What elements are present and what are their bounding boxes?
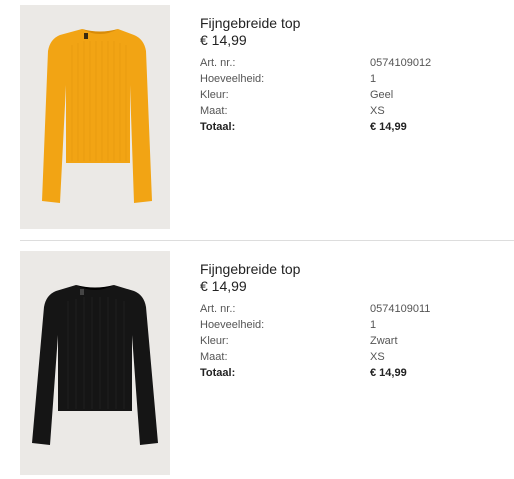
product-image-black-top[interactable]	[20, 251, 170, 475]
product-details: Fijngebreide top € 14,99 Art. nr.: 05741…	[200, 15, 514, 135]
product-image-yellow-top[interactable]	[20, 5, 170, 229]
quantity-value: 1	[370, 73, 377, 85]
color-value: Geel	[370, 89, 394, 101]
size-row: Maat: XS	[200, 349, 514, 365]
product-title[interactable]: Fijngebreide top	[200, 15, 514, 32]
size-label: Maat:	[200, 105, 228, 117]
color-row: Kleur: Geel	[200, 87, 514, 103]
color-label: Kleur:	[200, 89, 229, 101]
article-number-value: 0574109011	[370, 303, 431, 315]
quantity-value: 1	[370, 319, 377, 331]
size-value: XS	[370, 105, 385, 117]
total-value: € 14,99	[370, 121, 407, 133]
quantity-label: Hoeveelheid:	[200, 73, 265, 85]
product-price: € 14,99	[200, 278, 247, 294]
total-row: Totaal: € 14,99	[200, 119, 514, 135]
total-row: Totaal: € 14,99	[200, 365, 514, 381]
size-value: XS	[370, 351, 385, 363]
product-details: Fijngebreide top € 14,99 Art. nr.: 05741…	[200, 261, 514, 381]
quantity-row: Hoeveelheid: 1	[200, 71, 514, 87]
quantity-row: Hoeveelheid: 1	[200, 317, 514, 333]
product-title[interactable]: Fijngebreide top	[200, 261, 514, 278]
color-label: Kleur:	[200, 335, 229, 347]
size-label: Maat:	[200, 351, 228, 363]
article-number-value: 0574109012	[370, 57, 432, 69]
total-label: Totaal:	[200, 121, 236, 133]
quantity-label: Hoeveelheid:	[200, 319, 265, 331]
item-divider	[20, 240, 514, 241]
article-number-row: Art. nr.: 0574109012	[200, 55, 514, 71]
article-number-label: Art. nr.:	[200, 303, 236, 315]
article-number-row: Art. nr.: 0574109011	[200, 301, 514, 317]
color-value: Zwart	[370, 335, 398, 347]
size-row: Maat: XS	[200, 103, 514, 119]
color-row: Kleur: Zwart	[200, 333, 514, 349]
product-price: € 14,99	[200, 32, 247, 48]
total-label: Totaal:	[200, 367, 236, 379]
total-value: € 14,99	[370, 367, 407, 379]
article-number-label: Art. nr.:	[200, 57, 236, 69]
